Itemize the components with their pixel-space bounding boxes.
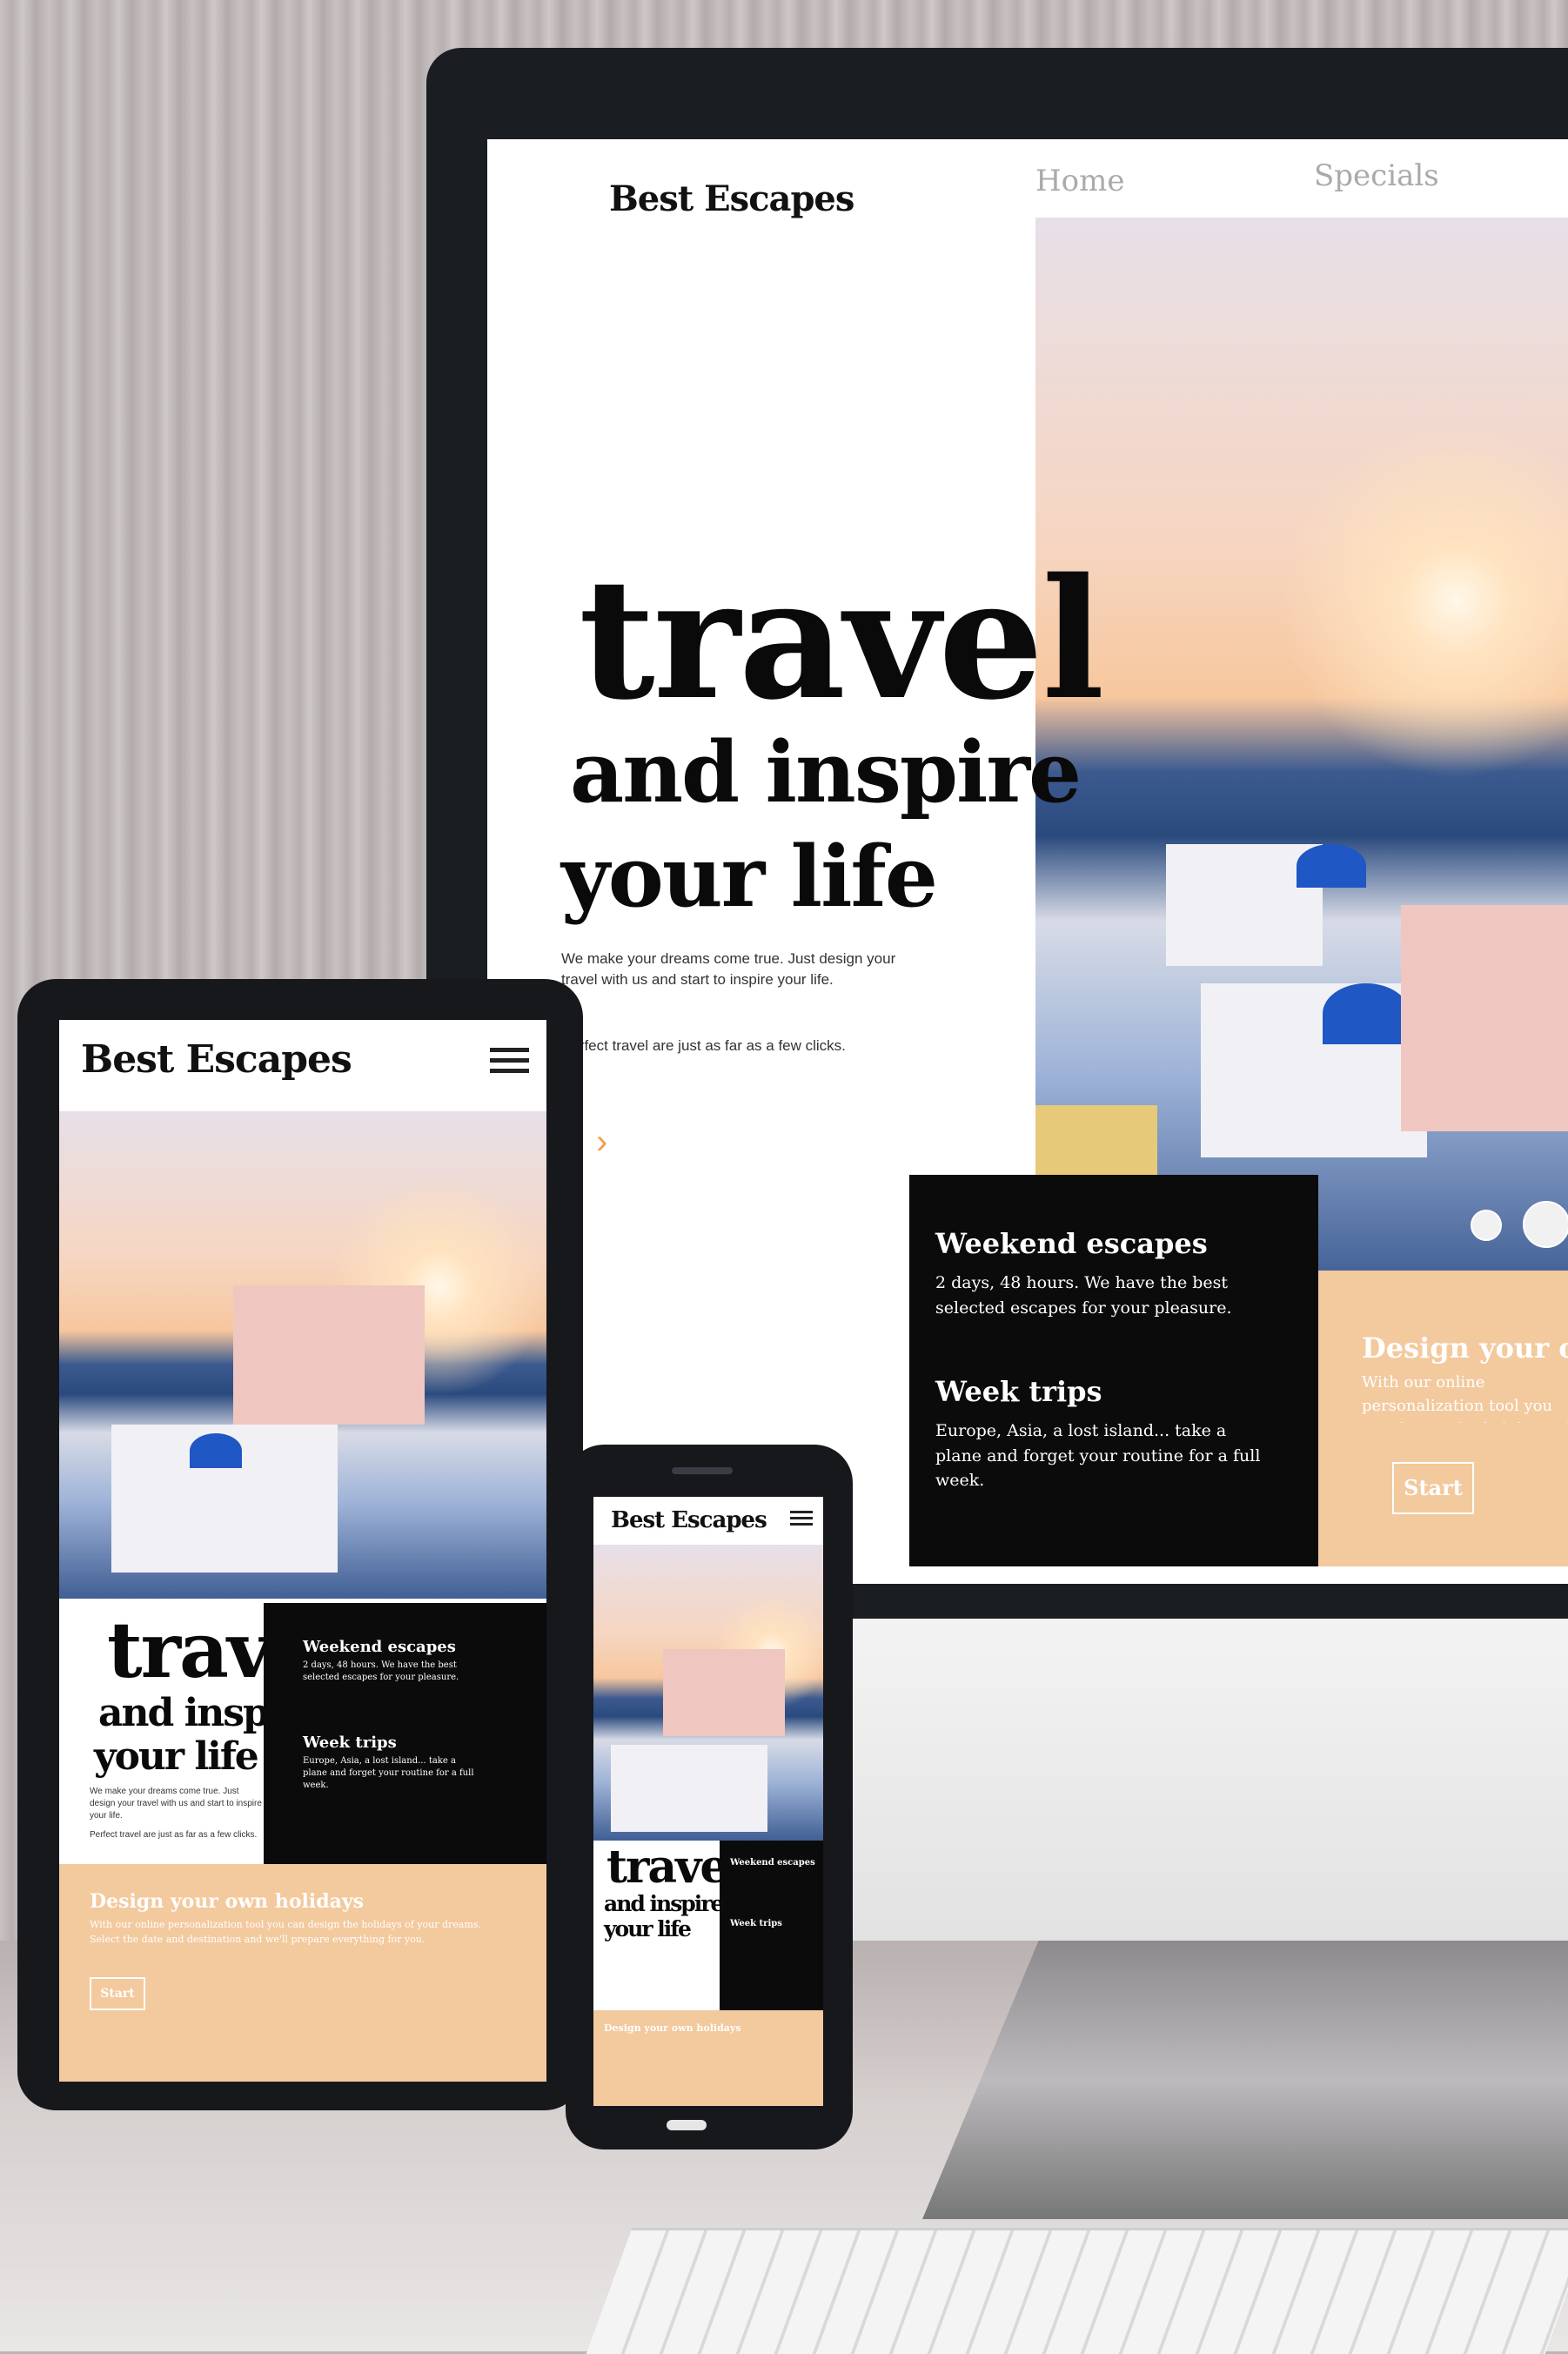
- destinations-card: Weekend escapes Week trips: [720, 1841, 823, 2015]
- hero-subtitle-2: your life: [604, 1916, 692, 1942]
- blue-dome: [1323, 983, 1410, 1044]
- carousel-dot[interactable]: [1471, 1210, 1502, 1241]
- hero-title: travel: [579, 542, 1104, 736]
- carousel-dot-active[interactable]: [1523, 1201, 1568, 1248]
- weekend-text: 2 days, 48 hours. We have the best selec…: [303, 1660, 459, 1682]
- blue-dome: [1297, 844, 1366, 888]
- week-trips-text: Europe, Asia, a lost island... take a pl…: [303, 1756, 474, 1790]
- promo-panel: Design your own holidays With our online…: [59, 1864, 546, 2082]
- santorini-photo: [593, 1545, 823, 1841]
- start-button[interactable]: Start: [90, 1977, 145, 2010]
- week-trips-title[interactable]: Week trips: [303, 1734, 397, 1752]
- hero-subtitle-2: your life: [561, 828, 938, 926]
- pink-house: [233, 1285, 425, 1425]
- promo-title: Design your own holidays: [90, 1890, 365, 1913]
- site-logo[interactable]: Best Escapes: [611, 1507, 767, 1533]
- hero-body-text: We make your dreams come true. Just desi…: [90, 1787, 262, 1821]
- promo-text: With our online personalization tool you…: [1362, 1373, 1568, 1423]
- phone-speaker: [672, 1467, 733, 1474]
- promo-title: Design your own holidays: [604, 2022, 741, 2034]
- promo-panel: Design your ow With our online personali…: [1318, 1271, 1568, 1566]
- santorini-hero-photo: [1035, 218, 1568, 1284]
- hero-subtitle-2: your life: [94, 1734, 259, 1779]
- week-trips-title[interactable]: Week trips: [935, 1375, 1102, 1408]
- nav-specials[interactable]: Specials: [1314, 158, 1439, 193]
- tablet-website: Best Escapes travel and inspire your lif…: [59, 1020, 546, 2082]
- week-trips-title[interactable]: Week trips: [730, 1919, 782, 1928]
- hero-body-text-2: Perfect travel are just as far as a few …: [90, 1830, 258, 1840]
- promo-title: Design your ow: [1362, 1331, 1568, 1365]
- hamburger-menu-icon[interactable]: [790, 1507, 813, 1529]
- destinations-card: Weekend escapes 2 days, 48 hours. We hav…: [909, 1175, 1318, 1566]
- desktop-website: Best Escapes Home Specials travel and in…: [487, 139, 1568, 1584]
- santorini-photo: [59, 1111, 546, 1599]
- hero-subtitle-1: and inspire: [570, 723, 1082, 822]
- weekend-title[interactable]: Weekend escapes: [303, 1638, 456, 1656]
- pink-house: [663, 1649, 785, 1736]
- promo-text: With our online personalization tool you…: [90, 1919, 481, 1945]
- phone-home-button: [667, 2120, 707, 2130]
- weekend-title[interactable]: Weekend escapes: [935, 1227, 1208, 1260]
- weekend-title[interactable]: Weekend escapes: [730, 1858, 815, 1868]
- site-logo[interactable]: Best Escapes: [81, 1037, 352, 1082]
- pink-house: [1401, 905, 1568, 1131]
- weekend-text: 2 days, 48 hours. We have the best selec…: [935, 1273, 1232, 1318]
- site-logo[interactable]: Best Escapes: [609, 178, 854, 219]
- start-button[interactable]: Start: [1392, 1462, 1474, 1514]
- hamburger-menu-icon[interactable]: [490, 1042, 529, 1079]
- nav-home[interactable]: Home: [1035, 164, 1124, 198]
- keyboard: [586, 2228, 1568, 2354]
- phone-website: Best Escapes travel and inspire your lif…: [593, 1497, 823, 2106]
- white-house: [611, 1745, 767, 1832]
- hero-body-text: We make your dreams come true. Just desi…: [561, 950, 896, 988]
- blue-dome: [190, 1433, 242, 1468]
- week-trips-text: Europe, Asia, a lost island... take a pl…: [935, 1421, 1261, 1490]
- hero-body-text-2: Perfect travel are just as far as a few …: [561, 1037, 846, 1054]
- promo-panel: Design your own holidays: [593, 2010, 823, 2106]
- arrow-right-icon[interactable]: ›: [596, 1123, 607, 1162]
- hero-subtitle-1: and inspire: [604, 1891, 724, 1916]
